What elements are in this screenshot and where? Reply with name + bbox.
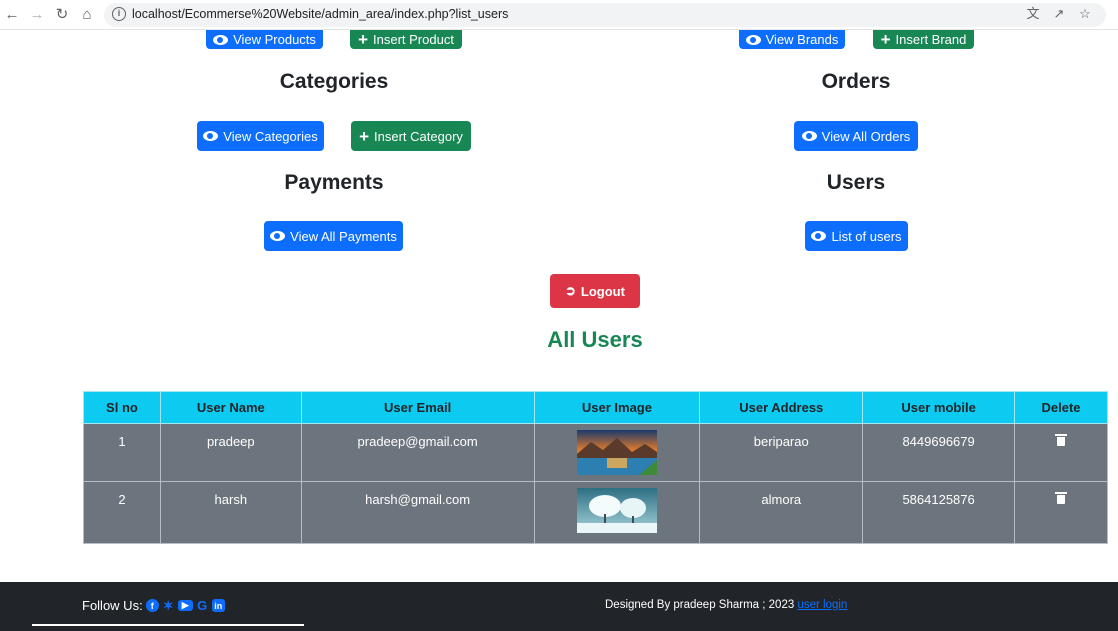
bookmark-star-icon[interactable]: ☆ (1075, 5, 1095, 23)
scroll-indicator (32, 624, 304, 626)
list-of-users-label: List of users (831, 228, 902, 244)
url-text[interactable]: localhost/Ecommerse%20Website/admin_area… (132, 7, 508, 21)
cell-user-image (533, 423, 701, 482)
column-header-user-address: User Address (699, 391, 864, 424)
column-header-sl-no: Sl no (83, 391, 161, 424)
plus-icon: + (359, 126, 370, 146)
column-header-user-image: User Image (533, 391, 701, 424)
cell-sl-no: 1 (83, 423, 161, 482)
cell-user-name: harsh (159, 481, 302, 544)
view-all-orders-label: View All Orders (821, 128, 911, 144)
logout-label: Logout (580, 283, 625, 299)
follow-us: Follow Us: f ✶ ▶ G in (82, 598, 225, 613)
categories-heading: Categories (279, 70, 389, 93)
view-categories-label: View Categories (223, 128, 318, 144)
eye-icon (213, 34, 229, 45)
reload-icon[interactable]: ↻ (52, 5, 72, 25)
table-row: 2 harsh harsh@gmail.com almora 586412587… (83, 481, 1108, 544)
linkedin-icon[interactable]: in (211, 599, 225, 612)
cell-delete (1014, 423, 1108, 482)
user-login-link[interactable]: user login (797, 599, 847, 611)
forward-arrow-icon[interactable]: → (27, 5, 47, 25)
insert-product-button[interactable]: + Insert Product (350, 30, 462, 49)
eye-icon (270, 231, 286, 241)
cell-user-mobile: 8449696679 (862, 423, 1016, 482)
view-all-orders-button[interactable]: View All Orders (794, 121, 918, 151)
cell-user-email: harsh@gmail.com (300, 481, 535, 544)
cell-user-mobile: 5864125876 (862, 481, 1016, 544)
eye-icon (203, 131, 219, 141)
cell-delete (1014, 481, 1108, 544)
cell-user-email: pradeep@gmail.com (300, 423, 535, 482)
follow-us-label: Follow Us: (82, 598, 143, 613)
back-arrow-icon[interactable]: ← (2, 5, 22, 25)
insert-brand-label: Insert Brand (895, 32, 967, 47)
youtube-icon[interactable]: ▶ (177, 600, 193, 611)
cell-user-address: beriparao (699, 423, 864, 482)
address-bar[interactable]: i localhost/Ecommerse%20Website/admin_ar… (104, 3, 1106, 27)
column-header-user-email: User Email (300, 391, 535, 424)
cell-user-name: pradeep (159, 423, 302, 482)
insert-category-button[interactable]: + Insert Category (351, 121, 471, 151)
trash-icon[interactable] (1055, 492, 1068, 504)
column-header-user-mobile: User mobile (862, 391, 1016, 424)
eye-icon (811, 231, 827, 241)
all-users-heading: All Users (547, 327, 643, 352)
cell-user-image (533, 481, 701, 544)
logout-button[interactable]: ➲ Logout (550, 274, 640, 308)
eye-icon (801, 131, 817, 141)
plus-icon: + (358, 30, 368, 49)
column-header-user-name: User Name (159, 391, 302, 424)
view-products-label: View Products (233, 32, 316, 47)
facebook-icon[interactable]: f (145, 599, 159, 612)
eye-icon (745, 34, 761, 45)
view-categories-button[interactable]: View Categories (197, 121, 324, 151)
designed-by-text: Designed By pradeep Sharma ; 2023 user l… (605, 599, 847, 611)
insert-category-label: Insert Category (374, 128, 463, 144)
site-info-icon[interactable]: i (112, 7, 126, 21)
table-header-row: Sl no User Name User Email User Image Us… (83, 391, 1108, 424)
view-all-payments-button[interactable]: View All Payments (264, 221, 403, 251)
twitter-icon[interactable]: ✶ (162, 598, 175, 613)
share-icon[interactable]: ↗ (1049, 5, 1069, 23)
list-of-users-button[interactable]: List of users (805, 221, 908, 251)
view-brands-label: View Brands (765, 32, 839, 47)
snowy-trees-thumbnail (576, 488, 657, 533)
translate-icon[interactable]: 文 (1023, 5, 1043, 23)
home-icon[interactable]: ⌂ (77, 5, 97, 25)
payments-heading: Payments (284, 171, 384, 194)
view-brands-button[interactable]: View Brands (739, 30, 845, 49)
designed-by-label: Designed By pradeep Sharma ; 2023 (605, 599, 795, 611)
insert-product-label: Insert Product (373, 32, 454, 47)
plus-icon: + (880, 30, 891, 49)
cell-sl-no: 2 (83, 481, 161, 544)
view-products-button[interactable]: View Products (206, 30, 323, 49)
sunset-lake-thumbnail (576, 430, 657, 475)
insert-brand-button[interactable]: + Insert Brand (873, 30, 974, 49)
trash-icon[interactable] (1055, 434, 1068, 446)
table-row: 1 pradeep pradeep@gmail.com beriparao 84… (83, 423, 1108, 482)
cell-user-address: almora (699, 481, 864, 544)
users-heading: Users (826, 171, 886, 194)
google-icon[interactable]: G (196, 598, 209, 613)
column-header-delete: Delete (1014, 391, 1108, 424)
view-all-payments-label: View All Payments (290, 228, 397, 244)
orders-heading: Orders (821, 70, 891, 93)
users-table: Sl no User Name User Email User Image Us… (83, 391, 1108, 544)
browser-toolbar: ← → ↻ ⌂ i localhost/Ecommerse%20Website/… (0, 0, 1118, 30)
sign-out-icon: ➲ (565, 283, 576, 298)
